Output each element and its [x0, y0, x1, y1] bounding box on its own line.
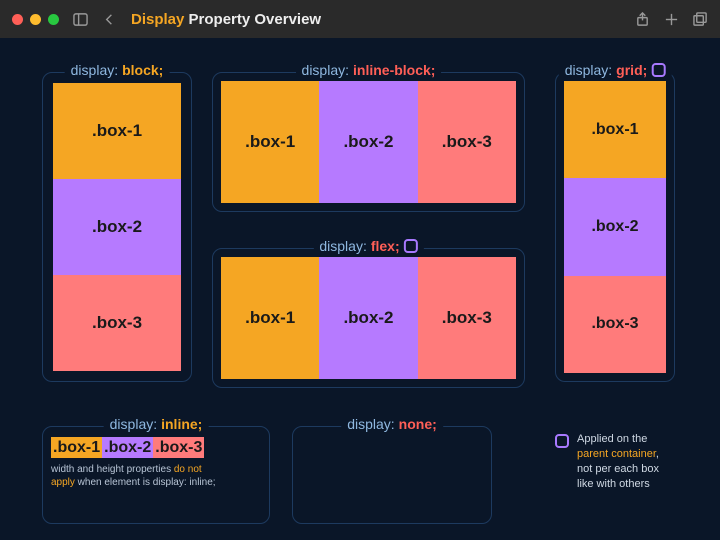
parent-indicator-icon [651, 63, 665, 77]
sidebar-toggle-icon[interactable] [73, 12, 88, 27]
window-title: Display Property Overview [131, 11, 321, 28]
demo-box: .box-1 [53, 83, 181, 179]
demo-box: .box-2 [53, 179, 181, 275]
panel-label: display: inline; [104, 416, 209, 432]
demo-inline-box: .box-1 [51, 437, 102, 458]
panel-display-inline-block: display: inline-block; .box-1 .box-2 .bo… [212, 72, 525, 212]
demo-box: .box-1 [564, 81, 666, 178]
window-controls [12, 14, 59, 25]
demo-inline-box: .box-3 [153, 437, 204, 458]
tabs-icon[interactable] [693, 12, 708, 27]
demo-box: .box-1 [221, 81, 319, 203]
parent-indicator-icon [404, 239, 418, 253]
panel-label: display: grid; [559, 62, 672, 78]
back-icon[interactable] [102, 12, 117, 27]
fullscreen-icon[interactable] [48, 14, 59, 25]
demo-box: .box-3 [564, 276, 666, 373]
inline-demo-line: .box-1.box-2.box-3 [51, 439, 261, 457]
titlebar: Display Property Overview [0, 0, 720, 38]
demo-box: .box-3 [418, 81, 516, 203]
panel-label: display: none; [341, 416, 443, 432]
demo-box: .box-3 [53, 275, 181, 371]
demo-box: .box-2 [564, 178, 666, 275]
panel-display-grid: display: grid; .box-1 .box-2 .box-3 [555, 72, 675, 382]
demo-box: .box-3 [418, 257, 516, 379]
panel-display-inline: display: inline; .box-1.box-2.box-3 widt… [42, 426, 270, 524]
panel-label: display: flex; [313, 238, 423, 254]
add-icon[interactable] [664, 12, 679, 27]
panel-display-flex: display: flex; .box-1 .box-2 .box-3 [212, 248, 525, 388]
parent-indicator-icon [555, 434, 569, 448]
demo-inline-box: .box-2 [102, 437, 153, 458]
demo-box: .box-2 [319, 257, 417, 379]
inline-note: width and height properties do not apply… [51, 463, 261, 489]
demo-box: .box-1 [221, 257, 319, 379]
panel-display-block: display: block; .box-1 .box-2 .box-3 [42, 72, 192, 382]
minimize-icon[interactable] [30, 14, 41, 25]
panel-display-none: display: none; [292, 426, 492, 524]
panel-label: display: block; [65, 62, 170, 78]
close-icon[interactable] [12, 14, 23, 25]
panel-label: display: inline-block; [296, 62, 442, 78]
share-icon[interactable] [635, 12, 650, 27]
content-canvas: display: block; .box-1 .box-2 .box-3 dis… [0, 38, 720, 540]
legend-parent-indicator: Applied on the parent container, not per… [555, 432, 700, 491]
demo-box: .box-2 [319, 81, 417, 203]
